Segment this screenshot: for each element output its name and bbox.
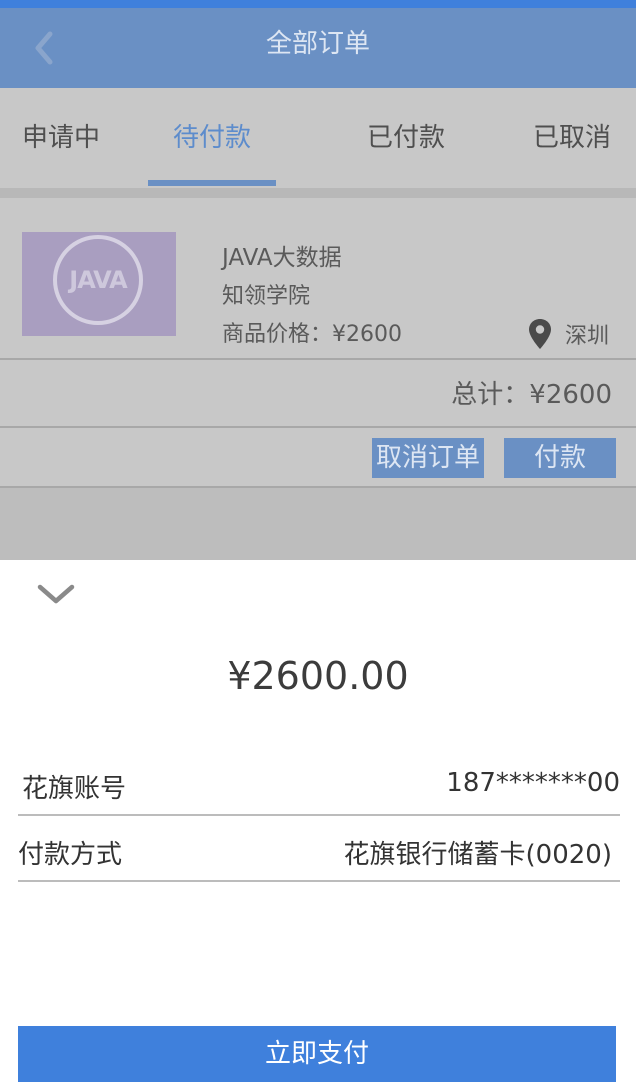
- collapse-sheet-button[interactable]: [36, 578, 76, 608]
- account-label: 花旗账号: [22, 774, 127, 804]
- tab-applying[interactable]: 申请中: [0, 88, 122, 188]
- chevron-left-icon: [35, 31, 53, 65]
- location-label: 深圳: [565, 324, 610, 349]
- divider: [0, 426, 636, 428]
- tab-pending-payment[interactable]: 待付款: [148, 88, 276, 188]
- product-school: 知领学院: [222, 284, 311, 309]
- page-title: 全部订单: [265, 29, 370, 59]
- pay-button[interactable]: 付款: [504, 438, 616, 478]
- payment-amount: ¥2600.00: [227, 654, 409, 698]
- order-card: JAVA JAVA大数据 知领学院 商品价格：¥2600 深圳 总计：¥2600…: [0, 198, 636, 560]
- account-row: 花旗账号 187*******00: [18, 750, 620, 816]
- payment-method-value: 花旗银行储蓄卡(0020): [343, 840, 612, 870]
- payment-method-row[interactable]: 付款方式 花旗银行储蓄卡(0020): [18, 816, 620, 882]
- product-thumbnail: JAVA: [22, 232, 176, 336]
- account-value: 187*******00: [446, 768, 620, 798]
- java-logo-text: JAVA: [69, 266, 127, 294]
- divider: [18, 880, 620, 882]
- order-status-tabs: 申请中 待付款 已付款 已取消: [0, 88, 636, 188]
- map-pin-icon: [529, 319, 551, 349]
- app-header: 全部订单: [0, 8, 636, 88]
- status-accent-bar: [0, 0, 636, 8]
- chevron-down-icon: [37, 584, 75, 604]
- active-tab-indicator: [148, 180, 276, 186]
- payment-method-label: 付款方式: [18, 840, 123, 870]
- overlay-backdrop[interactable]: [0, 488, 636, 560]
- cancel-order-button[interactable]: 取消订单: [372, 438, 484, 478]
- tabs-divider: [0, 188, 636, 198]
- payment-sheet: ¥2600.00 花旗账号 187*******00 付款方式 花旗银行储蓄卡(…: [0, 560, 636, 1090]
- divider: [0, 358, 636, 360]
- tab-cancelled[interactable]: 已取消: [508, 88, 636, 188]
- tab-paid[interactable]: 已付款: [342, 88, 470, 188]
- order-total: 总计：¥2600: [451, 380, 612, 410]
- product-price: 商品价格：¥2600: [222, 322, 402, 347]
- pay-now-button[interactable]: 立即支付: [18, 1026, 616, 1082]
- product-name: JAVA大数据: [222, 245, 342, 271]
- back-button[interactable]: [30, 30, 70, 66]
